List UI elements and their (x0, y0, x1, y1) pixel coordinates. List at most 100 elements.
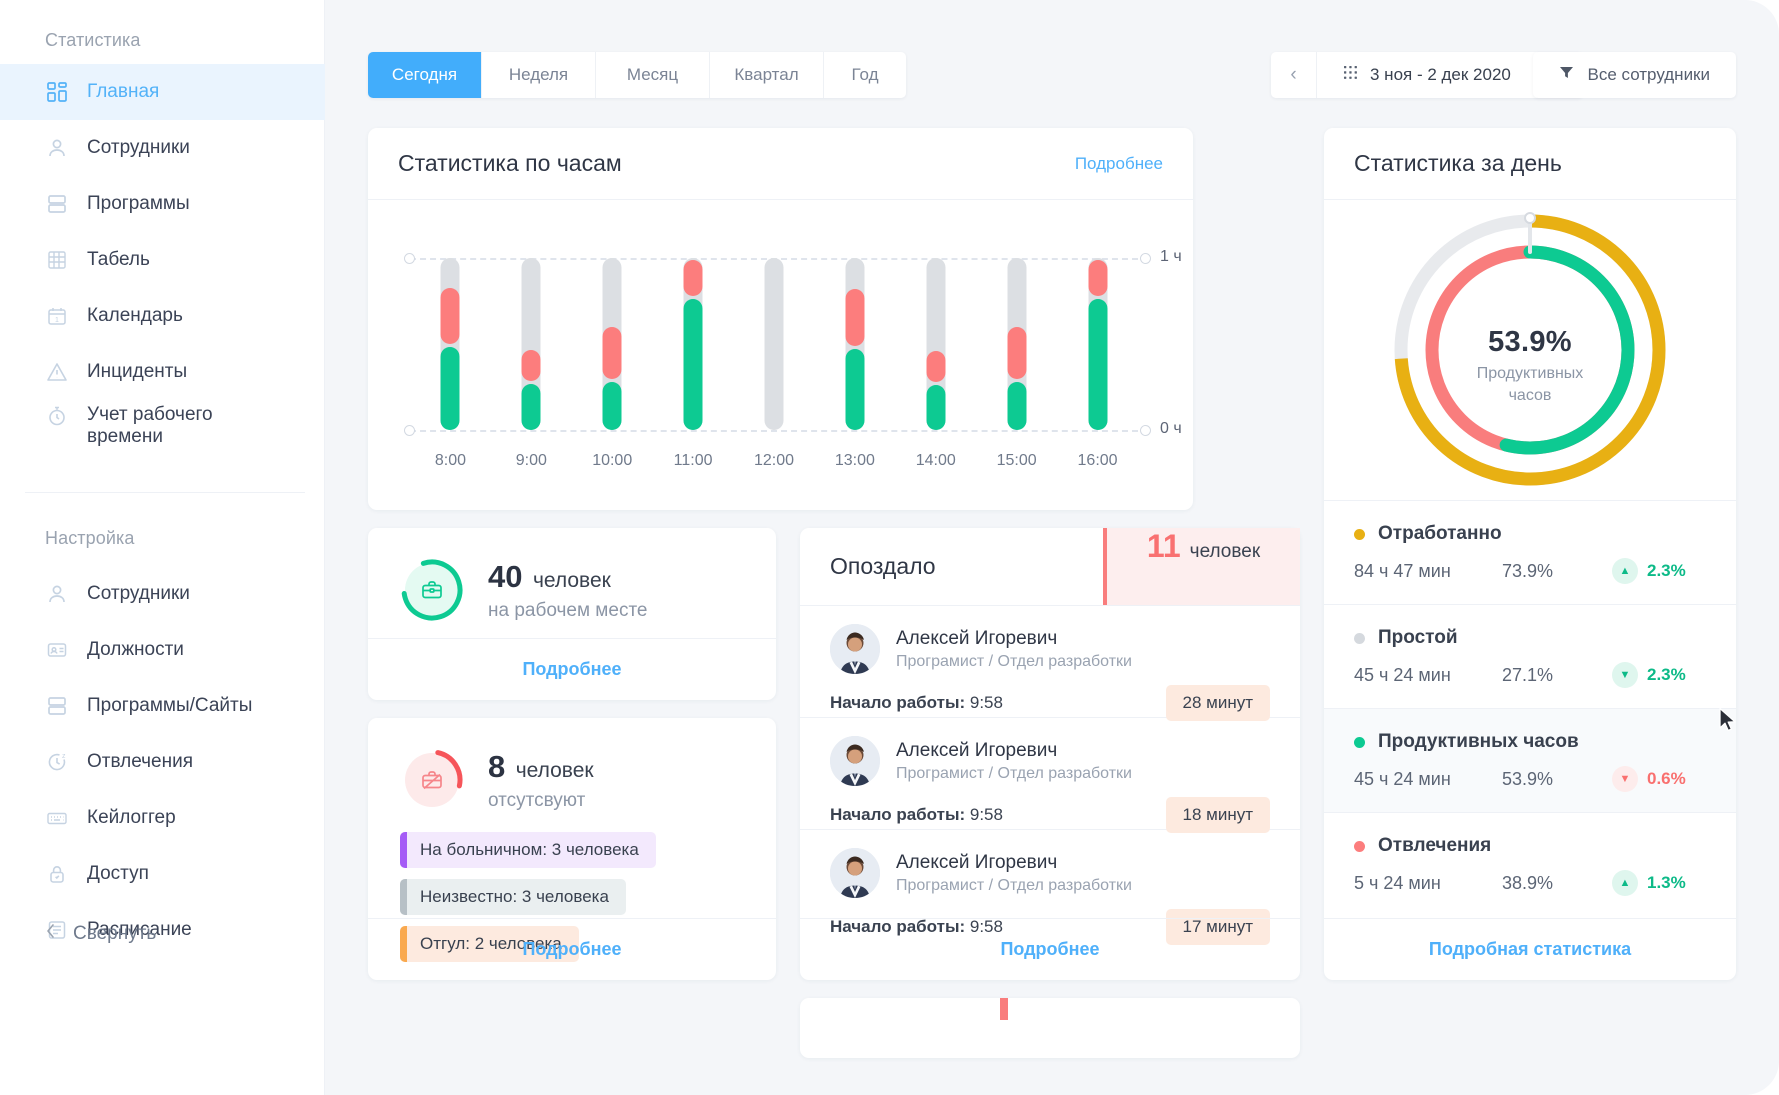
absent-more-link[interactable]: Подробнее (522, 939, 621, 960)
absent-tag-label: На больничном: 3 человека (407, 832, 656, 868)
period-selector: Сегодня Неделя Месяц Квартал Год (368, 52, 906, 98)
chart-bar-distraction-segment (1088, 260, 1107, 296)
sidebar-item-incidenty[interactable]: Инциденты (0, 344, 325, 400)
employee-filter-button[interactable]: Все сотрудники (1533, 52, 1736, 98)
late-count-unit: человек (1190, 541, 1260, 563)
sidebar: Статистика Главная Сотрудники (0, 0, 325, 1095)
chart-x-tick-label: 14:00 (896, 452, 976, 470)
sidebar-item-label: Учет рабочего времени (87, 404, 267, 448)
late-list-item[interactable]: Алексей Игоревич Програмист / Отдел разр… (800, 606, 1300, 718)
late-person-info: Алексей Игоревич Програмист / Отдел разр… (896, 852, 1132, 895)
hours-card-title: Статистика по часам (398, 150, 622, 177)
chart-bar-distraction-segment (684, 260, 703, 296)
app-root: Статистика Главная Сотрудники (0, 0, 1779, 1095)
day-donut-chart: 53.9% Продуктивных часов (1324, 200, 1736, 500)
chevron-left-icon (45, 922, 57, 945)
period-tab-year[interactable]: Год (824, 52, 906, 98)
absent-ring (400, 748, 464, 812)
chart-bar[interactable] (415, 258, 485, 430)
chart-y-tick-label: 1 ч (1160, 248, 1182, 266)
at-work-ring (400, 558, 464, 622)
sidebar-collapse-button[interactable]: Свернуть (45, 922, 156, 945)
date-range-display[interactable]: 3 ноя - 2 дек 2020 (1317, 52, 1537, 98)
id-card-icon (45, 638, 69, 662)
chart-bar[interactable] (820, 258, 890, 430)
sidebar-item-label: Программы (87, 193, 190, 215)
day-stat-row-produktivnyh-chasov[interactable]: Продуктивных часов 45 ч 24 мин 53.9% ▼ 0… (1324, 708, 1736, 812)
late-person: Алексей Игоревич Програмист / Отдел разр… (830, 848, 1270, 898)
at-work-more-link[interactable]: Подробнее (522, 659, 621, 680)
bottom-peek-card (800, 998, 1300, 1058)
chart-bar[interactable] (577, 258, 647, 430)
sidebar-collapse-label: Свернуть (73, 923, 156, 945)
day-stat-row-otvlecheniya[interactable]: Отвлечения 5 ч 24 мин 38.9% ▲ 1.3% (1324, 812, 1736, 916)
user-icon (45, 136, 69, 160)
sidebar-item-sotrudniki[interactable]: Сотрудники (0, 120, 325, 176)
late-list-item[interactable]: Алексей Игоревич Програмист / Отдел разр… (800, 718, 1300, 830)
day-stats-more-link[interactable]: Подробная статистика (1429, 939, 1631, 960)
sidebar-divider (25, 492, 305, 493)
hours-more-link[interactable]: Подробнее (1075, 154, 1163, 174)
at-work-unit: человек (533, 569, 611, 592)
late-person-role: Програмист / Отдел разработки (896, 653, 1132, 671)
donut-caption-line2: часов (1509, 387, 1552, 404)
clock-alert-icon: z (45, 750, 69, 774)
date-prev-button[interactable]: ‹ (1271, 52, 1317, 98)
avatar (830, 736, 880, 786)
period-tab-month[interactable]: Месяц (596, 52, 710, 98)
day-stat-row-prostoy[interactable]: Простой 45 ч 24 мин 27.1% ▼ 2.3% (1324, 604, 1736, 708)
chart-bar-distraction-segment (1007, 327, 1026, 379)
sidebar-item-uchet-rabochego-vremeni[interactable]: Учет рабочего времени (0, 396, 325, 452)
day-stat-time: 5 ч 24 мин (1354, 873, 1502, 894)
sidebar-item-tabel[interactable]: Табель (0, 232, 325, 288)
late-person-name: Алексей Игоревич (896, 740, 1132, 762)
day-stat-row-otrabotanno[interactable]: Отработанно 84 ч 47 мин 73.9% ▲ 2.3% (1324, 500, 1736, 604)
absent-tag-unknown[interactable]: Неизвестно: 3 человека (400, 879, 626, 915)
chart-bar[interactable] (1063, 258, 1133, 430)
chart-x-tick-label: 10:00 (572, 452, 652, 470)
avatar (830, 624, 880, 674)
donut-caption-line1: Продуктивных (1477, 365, 1584, 382)
chart-bar[interactable] (496, 258, 566, 430)
chart-bar[interactable] (901, 258, 971, 430)
filter-icon (1559, 65, 1574, 85)
late-count: 11 (1147, 528, 1181, 565)
sidebar-item-kalendar[interactable]: 1 Календарь (0, 288, 325, 344)
sidebar-item-otvlecheniya[interactable]: z Отвлечения (0, 734, 325, 790)
day-stat-delta: ▼ 0.6% (1612, 766, 1686, 792)
sidebar-group-title-statistics: Статистика (0, 30, 141, 51)
chart-x-tick-label: 12:00 (734, 452, 814, 470)
chart-bar[interactable] (739, 258, 809, 430)
chart-bar[interactable] (982, 258, 1052, 430)
sidebar-item-settings-sotrudniki[interactable]: Сотрудники (0, 566, 325, 622)
period-tab-today[interactable]: Сегодня (368, 52, 482, 98)
chart-bar-productive-segment (441, 347, 460, 430)
at-work-footer: Подробнее (368, 638, 776, 700)
period-tab-week[interactable]: Неделя (482, 52, 596, 98)
sidebar-item-glavnaya[interactable]: Главная (0, 64, 325, 120)
day-stat-percent: 73.9% (1502, 561, 1612, 582)
donut-center-label: 53.9% Продуктивных часов (1324, 326, 1736, 406)
late-person-role: Програмист / Отдел разработки (896, 765, 1132, 783)
late-row-bottom: Начало работы: 9:58 18 минут (830, 797, 1270, 833)
sidebar-item-label: Доступ (87, 863, 149, 885)
chart-bar[interactable] (658, 258, 728, 430)
grid-icon (45, 248, 69, 272)
chart-bar-distraction-segment (603, 327, 622, 379)
sidebar-item-dostup[interactable]: Доступ (0, 846, 325, 902)
sidebar-item-keylogger[interactable]: Кейлоггер (0, 790, 325, 846)
day-stat-delta-value: 2.3% (1647, 561, 1686, 581)
absent-tag-sick[interactable]: На больничном: 3 человека (400, 832, 656, 868)
sidebar-item-programmy-sayty[interactable]: Программы/Сайты (0, 678, 325, 734)
late-more-link[interactable]: Подробнее (1000, 939, 1099, 960)
late-person: Алексей Игоревич Програмист / Отдел разр… (830, 736, 1270, 786)
chart-bar-distraction-segment (441, 288, 460, 345)
window-icon (45, 192, 69, 216)
legend-dot-icon (1354, 529, 1365, 540)
day-stat-time: 45 ч 24 мин (1354, 665, 1502, 686)
sidebar-item-dolzhnosti[interactable]: Должности (0, 622, 325, 678)
day-stat-time: 84 ч 47 мин (1354, 561, 1502, 582)
period-tab-quarter[interactable]: Квартал (710, 52, 824, 98)
sidebar-item-programmy[interactable]: Программы (0, 176, 325, 232)
late-start-value: 9:58 (970, 805, 1003, 824)
